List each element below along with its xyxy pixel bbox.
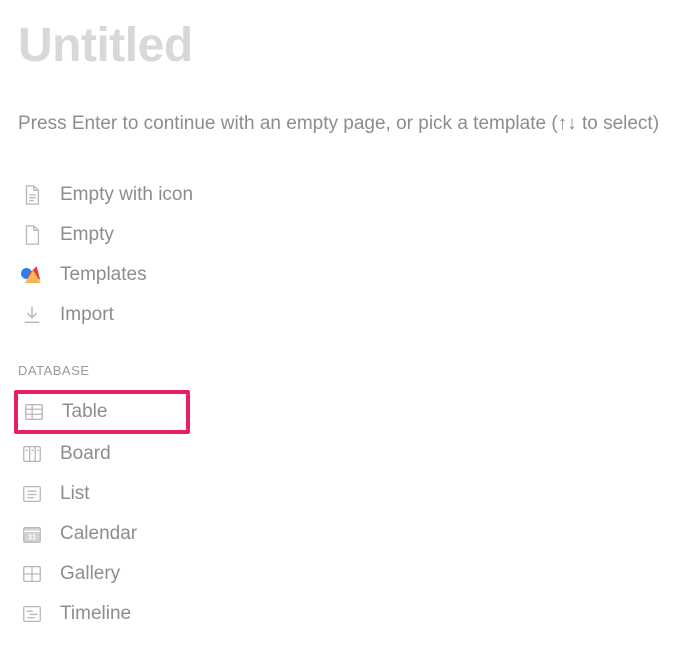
option-board[interactable]: Board (18, 434, 676, 474)
option-empty-with-icon[interactable]: Empty with icon (18, 175, 676, 215)
instruction-text: Press Enter to continue with an empty pa… (18, 113, 676, 135)
option-gallery[interactable]: Gallery (18, 554, 676, 594)
option-label: Calendar (60, 523, 137, 545)
page-icon (20, 223, 44, 247)
option-empty[interactable]: Empty (18, 215, 676, 255)
option-table[interactable]: Table (14, 390, 190, 434)
option-label: Table (62, 401, 107, 423)
option-label: Empty (60, 224, 114, 246)
gallery-icon (20, 562, 44, 586)
import-icon (20, 303, 44, 327)
option-import[interactable]: Import (18, 295, 676, 335)
option-list[interactable]: List (18, 474, 676, 514)
database-section-header: DATABASE (18, 363, 676, 378)
calendar-icon: 31 (20, 522, 44, 546)
page-title[interactable]: Untitled (18, 18, 676, 73)
option-label: List (60, 483, 90, 505)
option-label: Import (60, 304, 114, 326)
list-icon (20, 482, 44, 506)
basic-options-list: Empty with icon Empty Templates (18, 175, 676, 335)
option-calendar[interactable]: 31 Calendar (18, 514, 676, 554)
option-label: Board (60, 443, 111, 465)
database-options-list: Table Board List (18, 390, 676, 634)
option-label: Timeline (60, 603, 131, 625)
option-templates[interactable]: Templates (18, 255, 676, 295)
option-timeline[interactable]: Timeline (18, 594, 676, 634)
option-label: Templates (60, 264, 147, 286)
page-lines-icon (20, 183, 44, 207)
timeline-icon (20, 602, 44, 626)
option-label: Gallery (60, 563, 120, 585)
option-label: Empty with icon (60, 184, 193, 206)
svg-text:31: 31 (28, 533, 36, 542)
table-icon (22, 400, 46, 424)
templates-icon (20, 263, 44, 287)
board-icon (20, 442, 44, 466)
